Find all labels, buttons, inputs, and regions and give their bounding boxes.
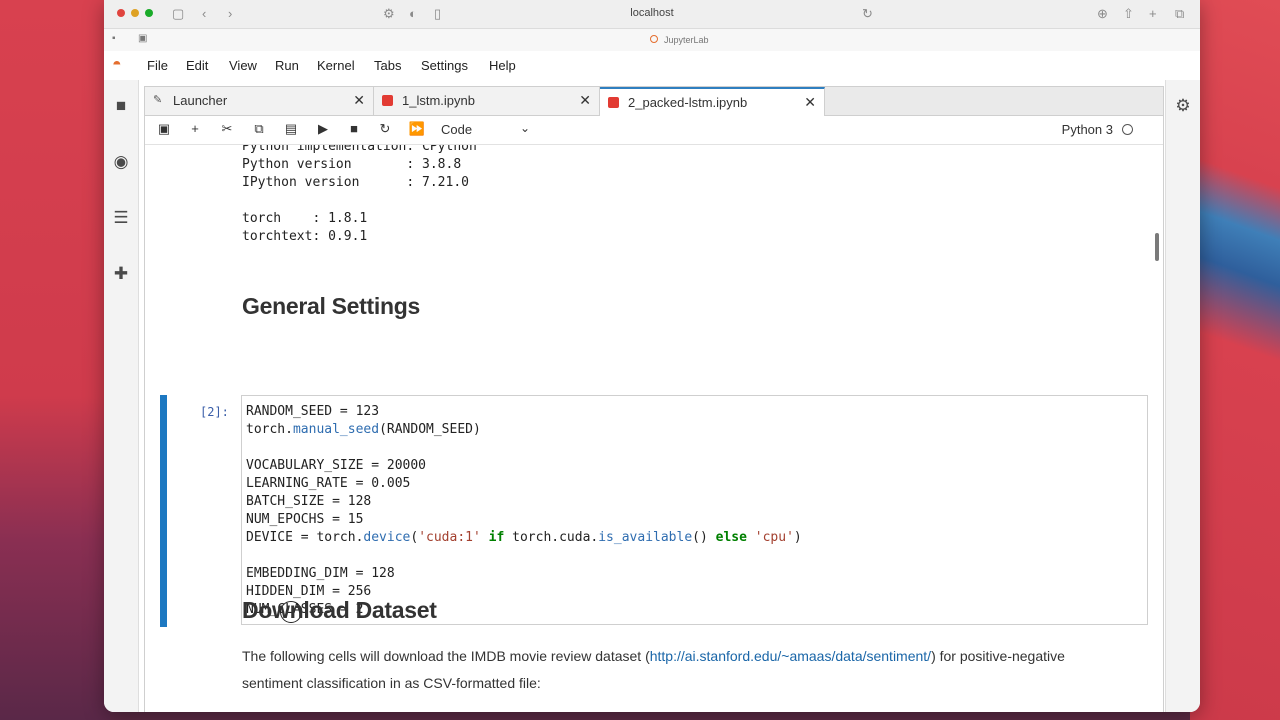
output-line: Python version : 3.8.8 [242,157,462,172]
tab-overview-icon[interactable]: ⧉ [1175,6,1184,22]
table-of-contents-icon[interactable]: ☰ [111,208,131,228]
code-line: DEVICE = torch.device('cuda:1' if torch.… [246,530,802,545]
save-icon[interactable]: ▣ [155,121,173,137]
tab-label: 2_packed-lstm.ipynb [628,95,748,110]
new-tab-icon[interactable]: + [1149,6,1157,21]
chevron-down-icon[interactable]: ⌄ [520,121,530,135]
property-inspector-icon[interactable]: ⚙ [1173,96,1193,116]
notebook-panel[interactable]: Python implementation: CPython Python ve… [145,145,1163,712]
code-line: LEARNING_RATE = 0.005 [246,476,411,491]
main-dock-panel: ✎ Launcher ✕ 1_lstm.ipynb ✕ 2_packed-lst… [144,86,1164,712]
stop-icon[interactable]: ■ [345,121,363,136]
share-icon[interactable]: ⇧ [1123,6,1134,22]
browser-tab-strip: ▪ ▣ JupyterLab [104,29,1200,51]
code-line: torch.manual_seed(RANDOM_SEED) [246,422,481,437]
cell-type-select[interactable]: Code [441,122,472,137]
reload-icon[interactable]: ↻ [862,6,873,22]
menu-bar: ◓ File Edit View Run Kernel Tabs Setting… [104,52,1200,80]
menu-edit[interactable]: Edit [186,58,208,73]
tab-label: Launcher [173,93,228,108]
cell-prompt: [2]: [200,405,229,419]
menu-settings[interactable]: Settings [421,58,468,73]
document-tab-bar: ✎ Launcher ✕ 1_lstm.ipynb ✕ 2_packed-lst… [145,87,1163,116]
fast-forward-icon[interactable]: ⏩ [408,121,426,137]
menu-run[interactable]: Run [275,58,299,73]
desktop-wallpaper-left [0,0,110,720]
heading-download-dataset: Download Dataset [242,597,437,623]
output-line: torch : 1.8.1 [242,211,368,226]
browser-window: ▢ ‹ › ⚙ ◐ ▯ localhost ↻ ⊕ ⇧ + ⧉ ▪ ▣ Jupy… [104,0,1200,712]
notebook-icon [382,95,393,106]
running-kernels-icon[interactable]: ◉ [111,152,131,172]
pin-icon: ▪ [112,33,116,44]
code-editor[interactable]: RANDOM_SEED = 123 torch.manual_seed(RAND… [241,395,1148,625]
menu-file[interactable]: File [147,58,168,73]
browser-title-bar: ▢ ‹ › ⚙ ◐ ▯ localhost ↻ ⊕ ⇧ + ⧉ [104,0,1200,29]
jupyter-logo-icon: ◓ [112,56,122,73]
jupyter-favicon-icon [650,35,658,43]
copy-icon[interactable]: ⧉ [250,121,268,137]
heading-general-settings: General Settings [242,293,420,319]
insert-cell-icon[interactable]: + [186,121,204,136]
right-sidebar: ⚙ [1165,80,1200,712]
launcher-icon: ✎ [153,94,163,106]
output-line: Python implementation: CPython [242,145,477,154]
close-icon[interactable]: ✕ [804,94,816,111]
cut-icon[interactable]: ✂ [218,121,236,137]
tab-label: 1_lstm.ipynb [402,93,475,108]
kernel-name[interactable]: Python 3 [1062,122,1113,137]
extension-icon[interactable]: ✚ [111,264,131,284]
close-icon[interactable]: ✕ [579,92,591,109]
tab-launcher[interactable]: ✎ Launcher ✕ [145,87,374,115]
code-line: NUM_EPOCHS = 15 [246,512,364,527]
address-bar[interactable]: localhost [104,7,1200,19]
menu-kernel[interactable]: Kernel [317,58,355,73]
kernel-status-icon [1122,124,1133,135]
output-line: torchtext: 0.9.1 [242,229,368,244]
notebook-scrollbar[interactable] [1155,233,1159,261]
paste-icon[interactable]: ▤ [282,121,300,137]
menu-view[interactable]: View [229,58,257,73]
code-line: VOCABULARY_SIZE = 20000 [246,458,427,473]
active-cell-indicator [160,395,167,627]
menu-tabs[interactable]: Tabs [374,58,401,73]
output-line: IPython version : 7.21.0 [242,175,469,190]
close-icon[interactable]: ✕ [353,92,365,109]
left-activity-bar: ■ ◉ ☰ ✚ [104,80,139,712]
menu-help[interactable]: Help [489,58,516,73]
restart-kernel-icon[interactable]: ↻ [376,121,394,137]
desktop-wallpaper-right [1190,0,1280,720]
markdown-paragraph: The following cells will download the IM… [242,648,1065,691]
download-icon[interactable]: ⊕ [1097,6,1108,22]
browser-tab-title[interactable]: JupyterLab [664,35,709,45]
dataset-link[interactable]: http://ai.stanford.edu/~amaas/data/senti… [650,648,931,664]
code-line: BATCH_SIZE = 128 [246,494,372,509]
run-icon[interactable]: ▶ [314,121,332,137]
code-cell[interactable]: [2]: RANDOM_SEED = 123 torch.manual_seed… [160,395,1148,629]
code-line: EMBEDDING_DIM = 128 [246,566,395,581]
code-line: RANDOM_SEED = 123 [246,404,380,419]
tab-icon: ▣ [138,33,148,44]
tab-2-packed-lstm[interactable]: 2_packed-lstm.ipynb ✕ [600,87,825,116]
folder-icon[interactable]: ■ [111,96,131,116]
tab-1-lstm[interactable]: 1_lstm.ipynb ✕ [374,87,600,115]
notebook-icon [608,97,619,108]
notebook-toolbar: ▣ + ✂ ⧉ ▤ ▶ ■ ↻ ⏩ Code ⌄ Python 3 [145,116,1163,145]
